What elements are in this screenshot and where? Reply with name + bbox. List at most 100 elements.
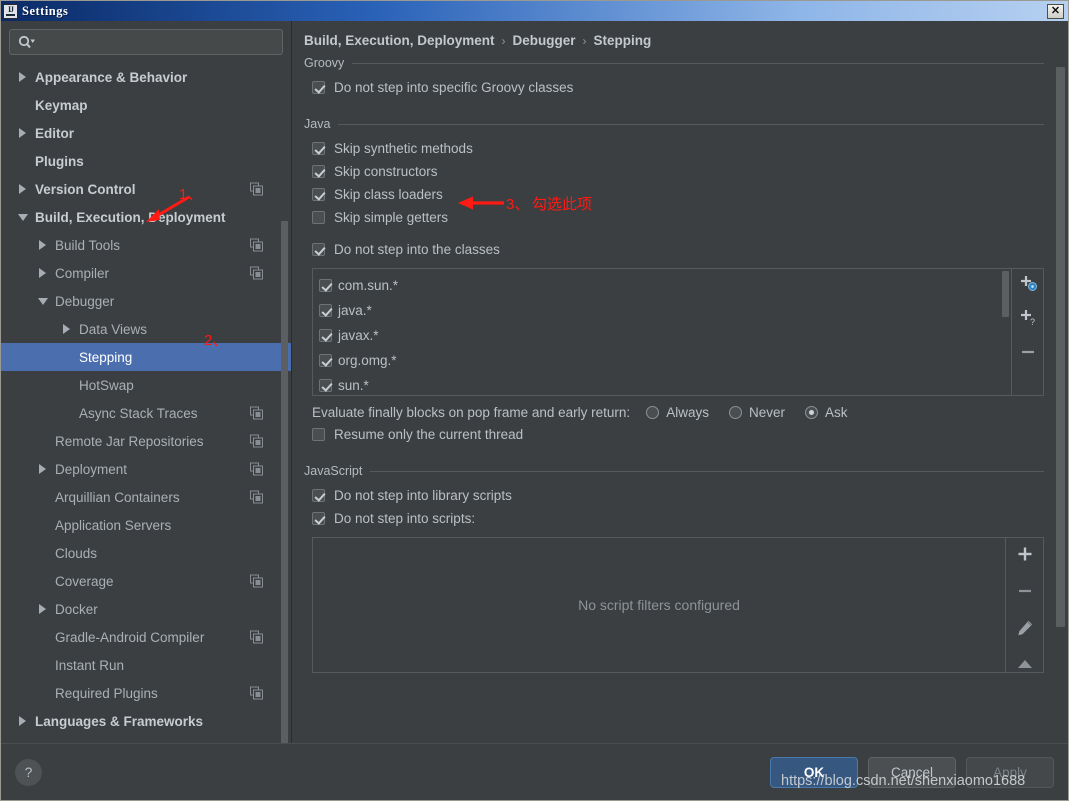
groovy-options: Do not step into specific Groovy classes <box>304 76 1044 99</box>
chevron-right-icon[interactable] <box>37 268 48 279</box>
checkbox-box[interactable] <box>312 243 325 256</box>
checkbox-library-scripts[interactable]: Do not step into library scripts <box>312 484 1044 507</box>
class-filters-scrollbar[interactable] <box>1000 269 1011 395</box>
move-up-script-filter-icon[interactable] <box>1014 655 1036 672</box>
checkbox-box[interactable] <box>319 304 332 317</box>
script-filters-panel[interactable]: No script filters configured <box>312 537 1044 673</box>
title-bar: IJ Settings ✕ <box>1 1 1068 21</box>
checkbox-box[interactable] <box>312 81 325 94</box>
checkbox-box[interactable] <box>312 188 325 201</box>
edit-script-filter-icon[interactable] <box>1014 618 1036 638</box>
sidebar-item-deployment[interactable]: Deployment <box>1 455 291 483</box>
settings-tree[interactable]: Appearance & Behavior Keymap Editor Plugins… <box>1 61 291 743</box>
chevron-right-icon[interactable] <box>17 128 28 139</box>
add-class-filter-icon[interactable] <box>1017 273 1039 295</box>
main-scrollbar[interactable] <box>1055 27 1066 739</box>
checkbox-box[interactable] <box>312 489 325 502</box>
apply-button[interactable]: Apply <box>966 756 1054 788</box>
checkbox-box[interactable] <box>312 211 325 224</box>
remove-script-filter-icon[interactable] <box>1014 581 1036 601</box>
sidebar-item-debugger[interactable]: Debugger <box>1 287 291 315</box>
ok-button[interactable]: OK <box>770 756 858 788</box>
class-filter-row[interactable]: com.sun.* <box>319 273 1000 298</box>
search-input[interactable] <box>9 29 283 55</box>
checkbox-do-not-step-into-classes[interactable]: Do not step into the classes <box>312 238 1044 261</box>
app-icon: IJ <box>3 3 18 19</box>
checkbox-do-not-step-into-scripts[interactable]: Do not step into scripts: <box>312 507 1044 530</box>
sidebar-item-plugins[interactable]: Plugins <box>1 147 291 175</box>
sidebar-item-application-servers[interactable]: Application Servers <box>1 511 291 539</box>
sidebar-item-hotswap[interactable]: HotSwap <box>1 371 291 399</box>
sidebar-item-clouds[interactable]: Clouds <box>1 539 291 567</box>
chevron-right-icon[interactable] <box>37 604 48 615</box>
help-icon[interactable]: ? <box>15 758 42 786</box>
radio-circle[interactable] <box>646 406 660 419</box>
main-scroll-thumb[interactable] <box>1056 67 1065 627</box>
sidebar-item-editor[interactable]: Editor <box>1 119 291 147</box>
checkbox-resume-current-thread[interactable]: Resume only the current thread <box>312 423 1044 446</box>
sidebar-item-docker[interactable]: Docker <box>1 595 291 623</box>
add-pattern-filter-icon[interactable]: ? <box>1017 307 1039 329</box>
sidebar-scroll-thumb[interactable] <box>281 221 288 761</box>
sidebar-item-build-tools[interactable]: Build Tools <box>1 231 291 259</box>
sidebar-item-compiler[interactable]: Compiler <box>1 259 291 287</box>
chevron-down-icon[interactable] <box>17 212 28 223</box>
checkbox-box[interactable] <box>319 279 332 292</box>
breadcrumb-part-0[interactable]: Build, Execution, Deployment <box>304 33 495 48</box>
radio-always[interactable]: Always <box>646 405 709 420</box>
chevron-right-icon[interactable] <box>37 240 48 251</box>
class-filter-row[interactable]: sun.* <box>319 373 1000 395</box>
class-filters-scroll-thumb[interactable] <box>1002 271 1009 317</box>
checkbox-box[interactable] <box>319 354 332 367</box>
checkbox-box[interactable] <box>319 379 332 392</box>
class-filters-list[interactable]: com.sun.* java.* javax.* org.omg.* sun.* <box>312 268 1044 396</box>
sidebar-item-appearance-behavior[interactable]: Appearance & Behavior <box>1 63 291 91</box>
breadcrumb-part-1[interactable]: Debugger <box>513 33 576 48</box>
sidebar-item-label: Languages & Frameworks <box>35 713 204 729</box>
sidebar-item-gradle-android-compiler[interactable]: Gradle-Android Compiler <box>1 623 291 651</box>
cancel-button[interactable]: Cancel <box>868 756 956 788</box>
checkbox-box[interactable] <box>312 142 325 155</box>
radio-circle[interactable] <box>728 406 742 419</box>
chevron-right-icon[interactable] <box>37 464 48 475</box>
sidebar-scrollbar[interactable] <box>281 91 290 761</box>
chevron-right-icon[interactable] <box>17 72 28 83</box>
checkbox-box[interactable] <box>312 512 325 525</box>
chevron-right-icon[interactable] <box>61 324 72 335</box>
checkbox-skip-constructors[interactable]: Skip constructors <box>312 160 1044 183</box>
javascript-section: JavaScript Do not step into library scri… <box>304 464 1044 673</box>
checkbox-box[interactable] <box>312 165 325 178</box>
sidebar-item-arquillian-containers[interactable]: Arquillian Containers <box>1 483 291 511</box>
checkbox-groovy-classes[interactable]: Do not step into specific Groovy classes <box>312 76 1044 99</box>
checkbox-skip-synthetic-methods[interactable]: Skip synthetic methods <box>312 137 1044 160</box>
sidebar-item-label: Application Servers <box>55 517 172 533</box>
sidebar-item-stepping[interactable]: Stepping <box>1 343 291 371</box>
script-filters-empty-message: No script filters configured <box>578 597 740 613</box>
sidebar-item-data-views[interactable]: Data Views <box>1 315 291 343</box>
radio-circle[interactable] <box>804 406 818 419</box>
radio-never[interactable]: Never <box>728 405 785 420</box>
chevron-right-icon[interactable] <box>17 184 28 195</box>
sidebar-item-languages-frameworks[interactable]: Languages & Frameworks <box>1 707 291 735</box>
close-icon[interactable]: ✕ <box>1047 3 1064 19</box>
sidebar-item-coverage[interactable]: Coverage <box>1 567 291 595</box>
radio-ask[interactable]: Ask <box>804 405 847 420</box>
sidebar-item-async-stack-traces[interactable]: Async Stack Traces <box>1 399 291 427</box>
add-script-filter-icon[interactable] <box>1014 544 1036 564</box>
class-filter-row[interactable]: javax.* <box>319 323 1000 348</box>
checkbox-skip-class-loaders[interactable]: Skip class loaders <box>312 183 1044 206</box>
sidebar-item-remote-jar-repositories[interactable]: Remote Jar Repositories <box>1 427 291 455</box>
class-filter-row[interactable]: org.omg.* <box>319 348 1000 373</box>
checkbox-box[interactable] <box>319 329 332 342</box>
sidebar-item-instant-run[interactable]: Instant Run <box>1 651 291 679</box>
class-filters-items[interactable]: com.sun.* java.* javax.* org.omg.* sun.* <box>313 269 1000 395</box>
class-filter-row[interactable]: java.* <box>319 298 1000 323</box>
checkbox-skip-simple-getters[interactable]: Skip simple getters <box>312 206 1044 229</box>
chevron-down-icon[interactable] <box>37 296 48 307</box>
sidebar-item-required-plugins[interactable]: Required Plugins <box>1 679 291 707</box>
sidebar-item-keymap[interactable]: Keymap <box>1 91 291 119</box>
remove-filter-icon[interactable] <box>1017 341 1039 363</box>
checkbox-box[interactable] <box>312 428 325 441</box>
chevron-right-icon[interactable] <box>17 716 28 727</box>
